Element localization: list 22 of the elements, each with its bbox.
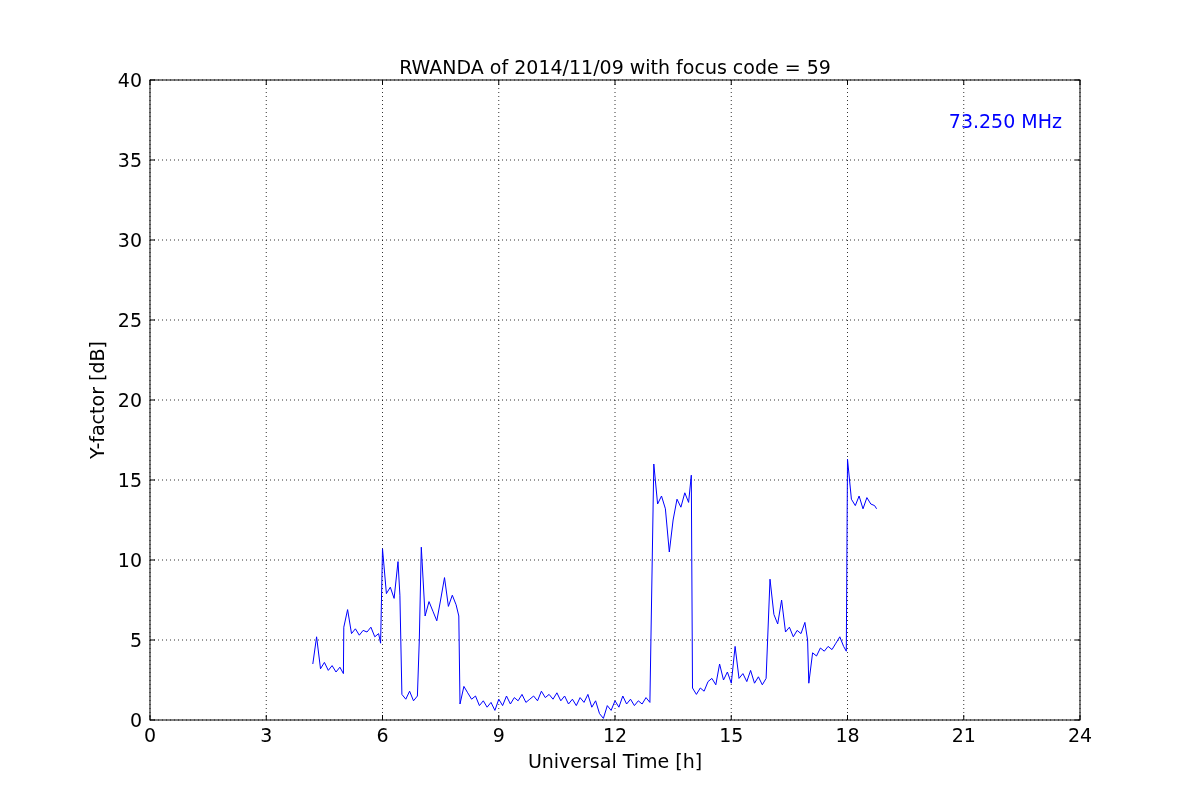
x-tick-label: 6 <box>376 724 389 746</box>
y-tick-label: 0 <box>129 709 142 731</box>
chart-title: RWANDA of 2014/11/09 with focus code = 59 <box>399 56 831 78</box>
y-tick-label: 10 <box>117 549 142 571</box>
x-tick-label: 24 <box>1067 724 1093 746</box>
y-tick-label: 40 <box>117 69 142 91</box>
x-tick-label: 21 <box>951 724 976 746</box>
y-tick-label: 5 <box>129 629 142 651</box>
x-tick-label: 18 <box>835 724 860 746</box>
y-tick-label: 15 <box>117 469 142 491</box>
x-tick-label: 15 <box>719 724 744 746</box>
y-tick-label: 25 <box>117 309 142 331</box>
x-tick-label: 9 <box>492 724 505 746</box>
x-tick-label: 0 <box>143 724 157 746</box>
x-tick-label: 12 <box>602 724 628 746</box>
y-tick-label: 30 <box>117 229 142 251</box>
x-tick-label: 3 <box>260 724 273 746</box>
x-axis-label: Universal Time [h] <box>527 750 703 772</box>
annotation-label: 73.250 MHz <box>948 110 1062 132</box>
y-tick-label: 20 <box>117 389 142 411</box>
y-axis-label: Y-factor [dB] <box>86 341 108 459</box>
y-tick-label: 35 <box>117 149 142 171</box>
